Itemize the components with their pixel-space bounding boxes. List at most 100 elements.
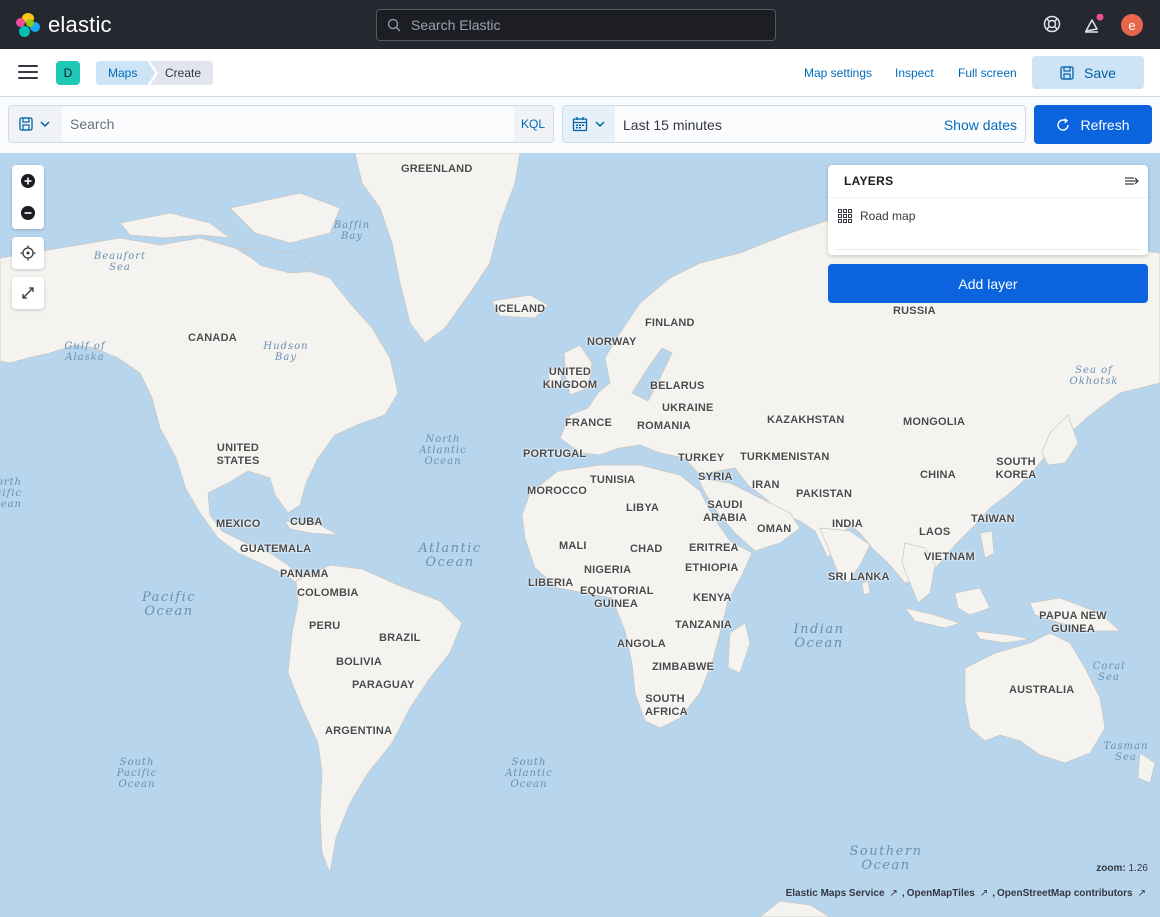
date-picker: Last 15 minutes Show dates — [562, 105, 1026, 143]
fullscreen-button[interactable] — [12, 277, 44, 309]
full-screen-link[interactable]: Full screen — [958, 66, 1017, 80]
crosshair-icon — [20, 245, 36, 261]
saved-query-menu[interactable] — [9, 106, 61, 142]
sea-label: Gulf of Alaska — [64, 341, 106, 363]
zoom-in-button[interactable] — [12, 165, 44, 197]
country-label: MOROCCO — [527, 485, 588, 497]
country-label: FRANCE — [565, 417, 613, 429]
country-label: GREENLAND — [401, 163, 473, 175]
refresh-label: Refresh — [1080, 116, 1130, 133]
add-layer-button[interactable]: Add layer — [828, 264, 1148, 303]
layer-name: Road map — [860, 209, 916, 223]
country-label: ANGOLA — [617, 638, 666, 650]
save-icon — [19, 117, 33, 131]
country-label: PAKISTAN — [796, 488, 853, 500]
country-label: TAIWAN — [971, 513, 1015, 525]
country-label: MEXICO — [216, 518, 261, 530]
country-label: NORWAY — [587, 336, 637, 348]
save-button[interactable]: Save — [1032, 56, 1144, 89]
global-search[interactable] — [376, 9, 776, 41]
map-canvas[interactable]: GREENLAND ICELAND CANADA FINLAND NORWAY … — [0, 153, 1160, 917]
zoom-value: 1.26 — [1128, 863, 1148, 874]
set-view-control — [12, 237, 44, 269]
save-label: Save — [1084, 64, 1116, 81]
quick-menu-button[interactable] — [563, 106, 615, 142]
country-label: ERITREA — [689, 542, 739, 554]
country-label: ICELAND — [495, 303, 546, 315]
country-label: PARAGUAY — [352, 679, 415, 691]
country-label: GUATEMALA — [240, 543, 312, 555]
country-label: TANZANIA — [675, 619, 732, 631]
refresh-icon — [1057, 117, 1070, 131]
elastic-logo[interactable]: elastic — [16, 12, 112, 38]
layer-control-panel: LAYERS Road map — [828, 165, 1148, 255]
calendar-icon — [572, 117, 588, 132]
global-header: elastic e — [0, 0, 1160, 49]
country-label: CUBA — [290, 516, 323, 528]
sea-label: Baffin Bay — [333, 220, 371, 242]
breadcrumb-maps[interactable]: Maps — [96, 61, 155, 85]
show-dates-button[interactable]: Show dates — [944, 117, 1017, 133]
zoom-readout: zoom: 1.26 — [1096, 863, 1148, 874]
map-settings-link[interactable]: Map settings — [804, 66, 872, 80]
query-language-button[interactable]: KQL — [521, 117, 545, 131]
country-label: CHAD — [630, 543, 663, 555]
space-avatar[interactable]: D — [56, 61, 80, 85]
country-label: ROMANIA — [637, 420, 691, 432]
sea-label: Coral Sea — [1092, 661, 1126, 683]
layers-title: LAYERS — [844, 174, 894, 188]
help-icon[interactable] — [1042, 14, 1062, 34]
sea-label: South Pacific Ocean — [116, 757, 158, 790]
time-range-text[interactable]: Last 15 minutes — [623, 117, 722, 133]
query-search-input[interactable] — [62, 106, 514, 142]
country-label: MALI — [559, 540, 587, 552]
country-label: SRI LANKA — [828, 571, 890, 583]
sea-label: South Atlantic Ocean — [505, 757, 553, 790]
sea-label: Southern Ocean — [849, 844, 923, 873]
query-bar: KQL Last 15 minutes Show dates Refresh — [0, 97, 1160, 153]
country-label: NIGERIA — [584, 564, 632, 576]
external-link-icon: ↗ — [1137, 888, 1146, 899]
country-label: TUNISIA — [590, 474, 636, 486]
news-feed-icon[interactable] — [1082, 13, 1104, 34]
set-view-button[interactable] — [12, 237, 44, 269]
country-label: MONGOLIA — [903, 416, 966, 428]
plus-circle-icon — [21, 174, 35, 188]
attribution-link[interactable]: Elastic Maps Service — [786, 888, 885, 899]
brand-name: elastic — [48, 12, 112, 37]
country-label: UNITED KINGDOM — [542, 366, 598, 391]
inspect-link[interactable]: Inspect — [895, 66, 934, 80]
country-label: LAOS — [919, 526, 951, 538]
country-label: CANADA — [188, 332, 237, 344]
attribution-link[interactable]: OpenStreetMap contributors — [997, 888, 1133, 899]
minus-circle-icon — [21, 206, 35, 220]
collapse-layers-icon[interactable] — [1124, 173, 1140, 194]
country-label: LIBYA — [626, 502, 659, 514]
refresh-button[interactable]: Refresh — [1034, 105, 1152, 144]
menu-toggle-icon[interactable] — [18, 65, 38, 81]
grid-icon — [838, 209, 852, 223]
country-label: BRAZIL — [379, 632, 421, 644]
country-label: PERU — [309, 620, 341, 632]
country-label: COLOMBIA — [297, 587, 359, 599]
country-label: EQUATORIAL GUINEA — [580, 585, 654, 610]
sea-label: North Pacific Ocean — [0, 477, 22, 510]
app-bar: D Maps Create Map settings Inspect Full … — [0, 49, 1160, 97]
map-attribution: Elastic Maps Service ↗, OpenMapTiles ↗, Op… — [785, 888, 1146, 899]
zoom-label: zoom: — [1096, 863, 1126, 874]
zoom-out-button[interactable] — [12, 197, 44, 229]
zoom-controls — [12, 165, 44, 229]
global-search-input[interactable] — [411, 17, 751, 33]
attribution-link[interactable]: OpenMapTiles — [907, 888, 975, 899]
country-label: SYRIA — [698, 471, 733, 483]
sea-label: Indian Ocean — [793, 622, 845, 651]
country-label: SAUDI ARABIA — [703, 499, 747, 524]
country-label: KAZAKHSTAN — [767, 414, 845, 426]
user-avatar[interactable]: e — [1121, 14, 1143, 36]
country-label: FINLAND — [645, 317, 695, 329]
layer-item-road-map[interactable]: Road map — [838, 209, 915, 223]
country-label: RUSSIA — [893, 305, 936, 317]
sea-label: Atlantic Ocean — [418, 541, 482, 570]
sea-label: Tasman Sea — [1103, 741, 1149, 763]
country-label: ARGENTINA — [325, 725, 393, 737]
